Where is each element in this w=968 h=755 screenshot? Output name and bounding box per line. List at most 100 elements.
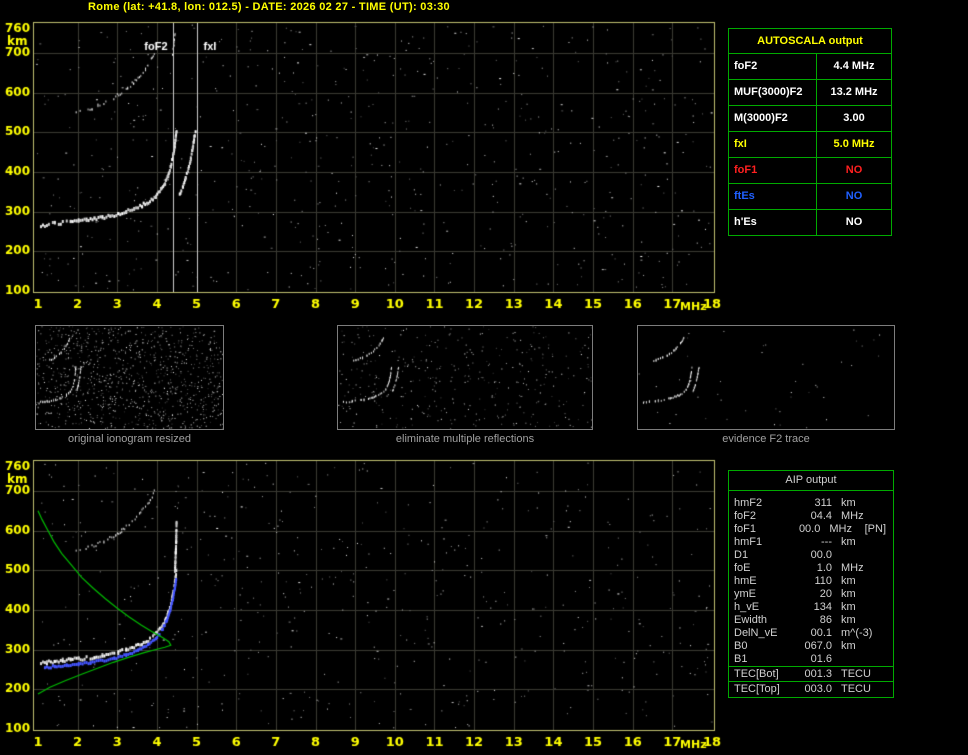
table-row-ftes: ftEs NO [729, 184, 891, 210]
thumbnail-caption-original: original ionogram resized [68, 433, 191, 445]
thumbnail-original-ionogram [35, 325, 224, 430]
table-row-muf3000f2: MUF(3000)F2 13.2 MHz [729, 80, 891, 106]
row-extra [881, 536, 888, 549]
row-label: h_vE [734, 601, 760, 613]
row-label: TEC[Bot] [734, 668, 779, 680]
row-extra [881, 562, 888, 575]
table-row-m3000f2: M(3000)F2 3.00 [729, 106, 891, 132]
bottom-ionogram-chart [0, 452, 724, 755]
row-unit: TECU [841, 683, 871, 695]
aip-row-fof1: foF1 00.0 MHz [PN] [729, 523, 893, 536]
aip-row-hmf2: hmF2 311 km [729, 497, 893, 510]
row-value: 3.00 [843, 112, 865, 124]
table-row-fxi: fxI 5.0 MHz [729, 132, 891, 158]
row-value: NO [845, 190, 863, 202]
row-label: ymE [734, 588, 756, 600]
row-label: hmE [734, 575, 757, 587]
row-label: foF1 [734, 523, 757, 535]
thumbnail-f2-trace-evidence [637, 325, 895, 430]
aip-row-tec-top: TEC[Top] 003.0 TECU [729, 681, 893, 696]
row-value: 00.1 [810, 627, 832, 639]
autoscala-output-table: AUTOSCALA output foF2 4.4 MHz MUF(3000)F… [728, 28, 892, 236]
aip-row-yme: ymE 20 km [729, 588, 893, 601]
row-unit: km [841, 575, 856, 587]
row-label: foF2 [734, 510, 757, 522]
row-extra [881, 575, 888, 588]
row-unit [832, 653, 881, 666]
thumbnail-caption-reflections: eliminate multiple reflections [395, 433, 535, 445]
row-value: 003.0 [804, 683, 832, 695]
row-label: D1 [734, 549, 749, 561]
row-value: 134 [813, 601, 832, 613]
row-extra [881, 588, 888, 601]
row-value: 01.6 [810, 653, 832, 665]
row-value: 110 [814, 575, 832, 587]
row-extra [881, 510, 888, 523]
row-label: ftEs [729, 184, 817, 209]
row-value: 00.0 [810, 549, 832, 561]
row-label: Ewidth [734, 614, 768, 626]
row-value: 4.4 MHz [833, 60, 875, 72]
row-label: B1 [734, 653, 748, 665]
window-title: Rome (lat: +41.8, lon: 012.5) - DATE: 20… [88, 1, 450, 13]
autoscala-table-header: AUTOSCALA output [729, 29, 891, 54]
table-row-fof2: foF2 4.4 MHz [729, 54, 891, 80]
row-extra [881, 627, 888, 640]
autoscala-screen: Rome (lat: +41.8, lon: 012.5) - DATE: 20… [0, 0, 968, 755]
aip-table-header: AIP output [729, 471, 893, 491]
row-extra [881, 497, 888, 510]
row-label: foF2 [729, 54, 817, 79]
row-extra [881, 667, 888, 681]
thumbnail-caption-f2trace: evidence F2 trace [722, 433, 810, 445]
row-value: 13.2 MHz [830, 86, 878, 98]
row-label: MUF(3000)F2 [729, 80, 817, 105]
aip-row-delnve: DelN_vE 00.1 m^(-3) [729, 627, 893, 640]
aip-row-b0: B0 067.0 km [729, 640, 893, 653]
aip-row-tec-bot: TEC[Bot] 001.3 TECU [729, 666, 893, 681]
aip-row-hme: hmE 110 km [729, 575, 893, 588]
aip-output-table: AIP output hmF2 311 km foF2 04.4 MHz foF… [728, 470, 894, 698]
aip-row-d1: D1 00.0 [729, 549, 893, 562]
row-unit: km [841, 497, 856, 509]
row-unit: km [841, 601, 856, 613]
row-value: 311 [814, 497, 832, 509]
row-label: TEC[Top] [734, 683, 780, 695]
row-unit: MHz [841, 562, 864, 574]
row-value: 20 [819, 588, 832, 600]
row-unit: MHz [829, 523, 852, 535]
row-extra [881, 549, 888, 562]
row-unit: MHz [841, 510, 864, 522]
row-label: fxI [729, 132, 817, 157]
row-label: foE [734, 562, 751, 574]
row-unit: km [841, 588, 856, 600]
row-label: hmF2 [734, 497, 763, 509]
row-extra [881, 653, 888, 666]
row-value: 04.4 [810, 510, 832, 522]
row-extra [881, 601, 888, 614]
aip-row-b1: B1 01.6 [729, 653, 893, 666]
thumbnail-multiple-reflections-removed [337, 325, 593, 430]
row-value: 067.0 [804, 640, 832, 652]
row-value: 5.0 MHz [833, 138, 875, 150]
row-unit [832, 549, 881, 562]
aip-row-foe: foE 1.0 MHz [729, 562, 893, 575]
row-unit: km [841, 536, 856, 548]
aip-row-ewidth: Ewidth 86 km [729, 614, 893, 627]
row-value: NO [845, 216, 863, 228]
row-unit: TECU [841, 668, 871, 680]
aip-row-hve: h_vE 134 km [729, 601, 893, 614]
row-value: --- [821, 536, 832, 548]
row-label: DelN_vE [734, 627, 778, 639]
row-value: 001.3 [804, 668, 832, 680]
table-row-fof1: foF1 NO [729, 158, 891, 184]
row-label: h'Es [729, 210, 817, 235]
row-unit: km [841, 614, 856, 626]
row-unit: km [841, 640, 856, 652]
row-label: foF1 [729, 158, 817, 183]
row-value: 86 [819, 614, 832, 626]
row-value: 1.0 [816, 562, 832, 574]
row-extra [881, 640, 888, 653]
aip-row-fof2: foF2 04.4 MHz [729, 510, 893, 523]
row-extra [881, 682, 888, 696]
row-label: M(3000)F2 [729, 106, 817, 131]
